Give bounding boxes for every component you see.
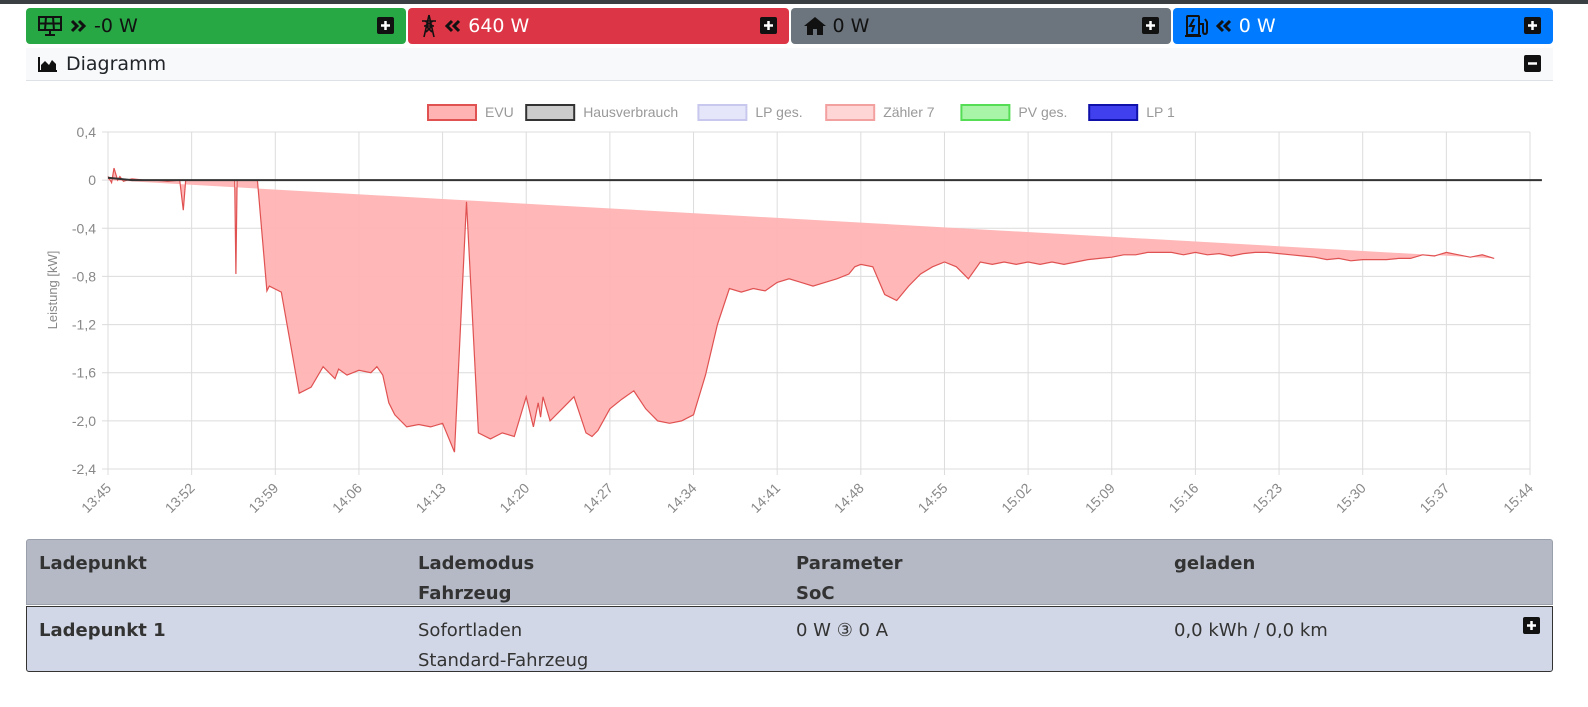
diagram-header[interactable]: Diagramm: [26, 48, 1553, 81]
x-tick-label: 15:23: [1249, 480, 1285, 516]
legend-label: LP 1: [1146, 104, 1175, 120]
home-icon: [803, 16, 827, 36]
header-soc-label: SoC: [796, 583, 835, 604]
legend-item: Hausverbrauch: [525, 104, 678, 121]
expand-house-icon[interactable]: [1141, 17, 1159, 34]
x-tick-label: 14:06: [329, 480, 365, 516]
x-tick-label: 15:37: [1416, 480, 1452, 516]
grid-power-value: 640 W: [468, 15, 530, 37]
x-tick-label: 13:52: [162, 480, 198, 516]
x-tick-label: 15:16: [1165, 480, 1201, 516]
legend-swatch: [825, 104, 876, 121]
legend-item: LP 1: [1088, 104, 1175, 121]
pv-power-value: -0 W: [94, 15, 138, 37]
y-tick-label: -1,2: [72, 317, 96, 333]
y-axis-ticks: 0,4 0 -0,4 -0,8 -1,2 -1,6 -2,0 -2,4: [72, 124, 96, 477]
legend-label: PV ges.: [1018, 104, 1067, 120]
y-tick-label: -0,8: [72, 268, 96, 284]
legend-swatch: [960, 104, 1011, 121]
chart-svg: EVU Hausverbrauch LP ges. Zähler 7 PV ges. LP…: [45, 104, 1542, 516]
row-fahrzeug-value: Standard-Fahrzeug: [418, 650, 589, 671]
x-tick-label: 14:48: [831, 480, 867, 516]
x-tick-label: 14:20: [496, 480, 532, 516]
x-tick-label: 15:02: [998, 480, 1034, 516]
chargepoint-table: Ladepunkt Lademodus Fahrzeug Parameter S…: [26, 539, 1553, 672]
expand-row-icon[interactable]: [1523, 617, 1540, 634]
header-lademodus: Lademodus Fahrzeug: [418, 549, 534, 609]
x-tick-label: 14:13: [413, 480, 449, 516]
evu-area: [108, 168, 1495, 453]
legend-item: EVU: [427, 104, 514, 121]
chevrons-right-icon: [70, 19, 88, 33]
header-ladepunkt: Ladepunkt: [39, 553, 147, 574]
grid-tile[interactable]: 640 W: [408, 8, 789, 44]
x-axis-ticks: 13:45 13:52 13:59 14:06 14:13 14:20 14:27 14:34…: [78, 480, 1536, 516]
x-tick-label: 14:34: [664, 480, 700, 516]
header-geladen: geladen: [1174, 553, 1256, 574]
collapse-diagram-icon[interactable]: [1524, 55, 1541, 72]
row-ladepunkt: Ladepunkt 1: [39, 620, 166, 641]
y-tick-label: -1,6: [72, 365, 96, 381]
y-tick-label: -0,4: [72, 220, 96, 236]
x-tick-label: 14:41: [747, 480, 783, 516]
table-row[interactable]: Ladepunkt 1 Sofortladen Standard-Fahrzeu…: [26, 606, 1553, 672]
x-tick-label: 15:44: [1500, 480, 1536, 516]
legend-label: EVU: [485, 104, 514, 120]
pv-tile[interactable]: -0 W: [26, 8, 407, 44]
expand-grid-icon[interactable]: [759, 17, 777, 34]
power-tower-icon: [420, 14, 438, 38]
house-power-value: 0 W: [832, 15, 870, 37]
legend-swatch: [697, 104, 748, 121]
y-tick-label: 0,4: [77, 124, 97, 140]
solar-panel-icon: [38, 16, 64, 36]
charging-station-icon: [1184, 14, 1209, 38]
diagram-title: Diagramm: [66, 53, 167, 75]
legend-swatch: [427, 104, 477, 121]
legend-label: Hausverbrauch: [583, 104, 678, 120]
x-tick-label: 15:09: [1082, 480, 1118, 516]
table-header: Ladepunkt Lademodus Fahrzeug Parameter S…: [26, 539, 1553, 605]
y-tick-label: -2,4: [72, 461, 96, 477]
y-axis-label: Leistung [kW]: [45, 251, 60, 330]
chart-series: [107, 167, 1542, 453]
x-tick-label: 15:30: [1333, 480, 1369, 516]
chevrons-left-icon: [1215, 19, 1233, 33]
charging-tile[interactable]: 0 W: [1172, 8, 1553, 44]
x-tick-label: 14:55: [914, 480, 950, 516]
y-tick-label: 0: [88, 172, 96, 188]
expand-pv-icon[interactable]: [377, 17, 395, 34]
legend-item: PV ges.: [960, 104, 1067, 121]
x-tick-label: 14:27: [580, 480, 616, 516]
x-tick-label: 13:45: [78, 480, 114, 516]
header-lademodus-label: Lademodus: [418, 553, 535, 574]
house-tile[interactable]: 0 W: [790, 8, 1171, 44]
expand-charging-icon[interactable]: [1524, 17, 1541, 34]
header-fahrzeug-label: Fahrzeug: [418, 583, 512, 604]
x-tick-label: 13:59: [245, 480, 281, 516]
legend-label: LP ges.: [755, 104, 802, 120]
hausverbrauch-line: [107, 176, 1542, 182]
row-parameter: 0 W ③ 0 A: [796, 620, 889, 641]
legend-swatch: [1088, 104, 1139, 121]
legend-swatch: [525, 104, 576, 121]
row-lademodus-value[interactable]: Sofortladen: [418, 616, 588, 646]
chevrons-left-icon: [444, 19, 462, 33]
power-chart: EVU Hausverbrauch LP ges. Zähler 7 PV ges. LP…: [26, 82, 1553, 538]
top-bar: [0, 0, 1588, 4]
row-lademodus: Sofortladen Standard-Fahrzeug: [418, 616, 588, 676]
header-parameter: Parameter SoC: [796, 549, 903, 609]
legend-item: LP ges.: [697, 104, 803, 121]
area-chart-icon: [38, 56, 58, 72]
legend-item: Zähler 7: [825, 104, 935, 121]
row-geladen: 0,0 kWh / 0,0 km: [1174, 620, 1328, 641]
charging-power-value: 0 W: [1238, 15, 1276, 37]
legend-label: Zähler 7: [883, 104, 935, 120]
header-parameter-label: Parameter: [796, 553, 903, 574]
y-tick-label: -2,0: [72, 413, 96, 429]
chart-legend: EVU Hausverbrauch LP ges. Zähler 7 PV ges. LP…: [427, 104, 1175, 121]
summary-tiles: -0 W 640 W 0 W 0 W: [26, 8, 1553, 44]
